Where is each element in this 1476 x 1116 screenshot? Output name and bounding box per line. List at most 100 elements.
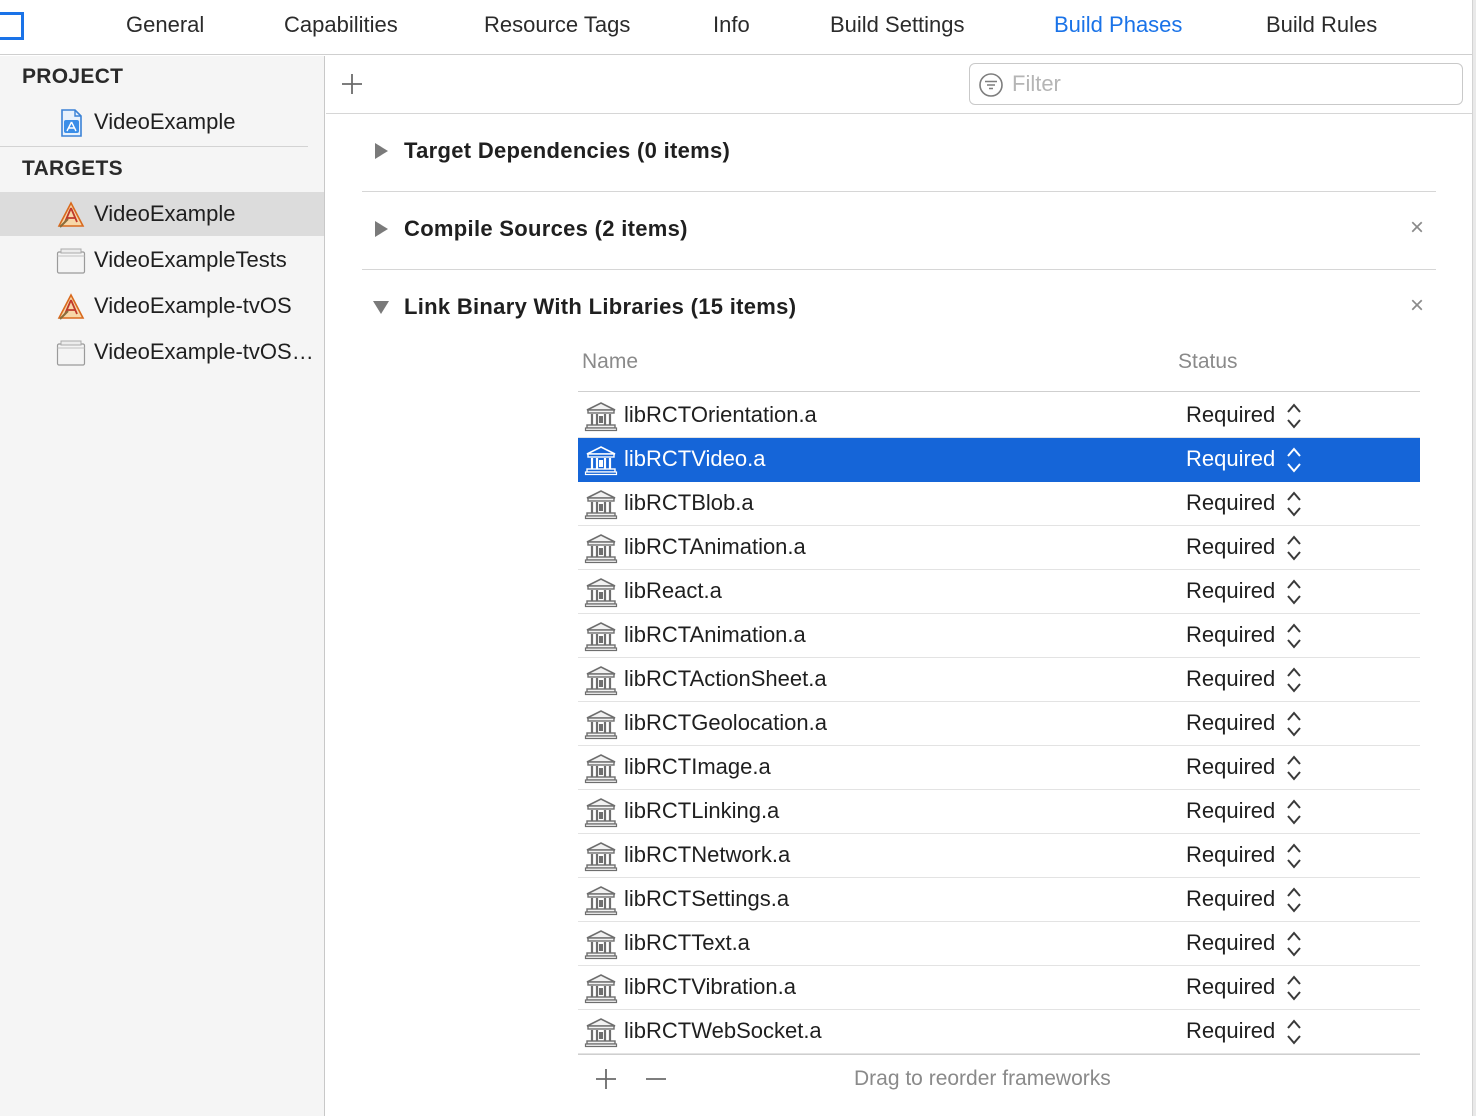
library-row[interactable]: libRCTImage.a Required bbox=[578, 746, 1420, 790]
library-status-popup[interactable]: Required bbox=[1186, 710, 1275, 736]
filter-field[interactable] bbox=[969, 63, 1463, 105]
library-row[interactable]: libRCTOrientation.a Required bbox=[578, 394, 1420, 438]
disclosure-triangle-expanded-icon[interactable] bbox=[372, 298, 390, 316]
library-status-popup[interactable]: Required bbox=[1186, 534, 1275, 560]
app-target-icon bbox=[57, 201, 85, 228]
test-bundle-icon bbox=[56, 340, 86, 366]
library-status-popup[interactable]: Required bbox=[1186, 754, 1275, 780]
library-status-popup[interactable]: Required bbox=[1186, 930, 1275, 956]
test-bundle-icon bbox=[56, 248, 86, 274]
disclosure-triangle-collapsed-icon[interactable] bbox=[372, 220, 390, 238]
chevron-up-down-icon[interactable] bbox=[1286, 974, 1302, 1002]
library-icon bbox=[584, 1018, 618, 1048]
library-status-popup[interactable]: Required bbox=[1186, 578, 1275, 604]
library-name: libRCTVideo.a bbox=[624, 446, 766, 471]
tab-resource-tags[interactable]: Resource Tags bbox=[484, 12, 630, 38]
divider bbox=[0, 146, 308, 147]
window-edge bbox=[1472, 0, 1476, 1116]
sidebar-item-label: VideoExample-tvOS… bbox=[94, 339, 314, 364]
library-icon bbox=[584, 798, 618, 828]
sidebar-item-project[interactable]: VideoExample bbox=[0, 100, 324, 144]
library-row[interactable]: libRCTWebSocket.a Required bbox=[578, 1010, 1420, 1054]
tab-build-rules[interactable]: Build Rules bbox=[1266, 12, 1377, 38]
library-icon bbox=[584, 754, 618, 784]
library-row[interactable]: libRCTText.a Required bbox=[578, 922, 1420, 966]
build-phases-editor: Target Dependencies (0 items) Compile So… bbox=[326, 56, 1472, 1116]
library-row[interactable]: libRCTActionSheet.a Required bbox=[578, 658, 1420, 702]
chevron-up-down-icon[interactable] bbox=[1286, 1018, 1302, 1046]
tab-general[interactable]: General bbox=[126, 12, 204, 38]
remove-phase-close-icon[interactable]: × bbox=[1410, 294, 1424, 318]
remove-library-minus-icon[interactable] bbox=[644, 1067, 668, 1091]
chevron-up-down-icon[interactable] bbox=[1286, 534, 1302, 562]
library-status-popup[interactable]: Required bbox=[1186, 1018, 1275, 1044]
app-target-icon bbox=[57, 293, 85, 320]
library-icon bbox=[584, 622, 618, 652]
chevron-up-down-icon[interactable] bbox=[1286, 886, 1302, 914]
remove-phase-close-icon[interactable]: × bbox=[1410, 216, 1424, 240]
chevron-up-down-icon[interactable] bbox=[1286, 798, 1302, 826]
tab-info[interactable]: Info bbox=[713, 12, 750, 38]
library-status-popup[interactable]: Required bbox=[1186, 490, 1275, 516]
library-row[interactable]: libRCTLinking.a Required bbox=[578, 790, 1420, 834]
sidebar-item-target-tests[interactable]: VideoExampleTests bbox=[0, 238, 324, 282]
tab-build-phases[interactable]: Build Phases bbox=[1054, 12, 1182, 38]
library-name: libReact.a bbox=[624, 578, 722, 603]
library-name: libRCTOrientation.a bbox=[624, 402, 817, 427]
library-status-popup[interactable]: Required bbox=[1186, 402, 1275, 428]
chevron-up-down-icon[interactable] bbox=[1286, 842, 1302, 870]
library-row[interactable]: libReact.a Required bbox=[578, 570, 1420, 614]
library-row[interactable]: libRCTVideo.a Required bbox=[578, 438, 1420, 482]
filter-input[interactable] bbox=[1012, 68, 1452, 100]
plus-icon[interactable] bbox=[340, 72, 364, 96]
chevron-up-down-icon[interactable] bbox=[1286, 754, 1302, 782]
chevron-up-down-icon[interactable] bbox=[1286, 402, 1302, 430]
chevron-up-down-icon[interactable] bbox=[1286, 578, 1302, 606]
chevron-up-down-icon[interactable] bbox=[1286, 666, 1302, 694]
tab-build-settings[interactable]: Build Settings bbox=[830, 12, 965, 38]
library-row[interactable]: libRCTBlob.a Required bbox=[578, 482, 1420, 526]
library-name: libRCTBlob.a bbox=[624, 490, 754, 515]
phase-title: Target Dependencies (0 items) bbox=[404, 138, 731, 163]
library-name: libRCTLinking.a bbox=[624, 798, 780, 823]
library-status-popup[interactable]: Required bbox=[1186, 842, 1275, 868]
chevron-up-down-icon[interactable] bbox=[1286, 490, 1302, 518]
library-status-popup[interactable]: Required bbox=[1186, 886, 1275, 912]
library-name: libRCTGeolocation.a bbox=[624, 710, 827, 735]
filter-icon bbox=[979, 73, 1003, 97]
library-row[interactable]: libRCTNetwork.a Required bbox=[578, 834, 1420, 878]
chevron-up-down-icon[interactable] bbox=[1286, 622, 1302, 650]
sidebar-item-target-tvos[interactable]: VideoExample-tvOS bbox=[0, 284, 324, 328]
chevron-up-down-icon[interactable] bbox=[1286, 930, 1302, 958]
library-status-popup[interactable]: Required bbox=[1186, 974, 1275, 1000]
sidebar-toggle-icon[interactable] bbox=[0, 12, 24, 40]
library-status-popup[interactable]: Required bbox=[1186, 622, 1275, 648]
library-status-popup[interactable]: Required bbox=[1186, 446, 1275, 472]
library-status-popup[interactable]: Required bbox=[1186, 666, 1275, 692]
library-icon bbox=[584, 842, 618, 872]
library-name: libRCTWebSocket.a bbox=[624, 1018, 822, 1043]
library-row[interactable]: libRCTAnimation.a Required bbox=[578, 614, 1420, 658]
library-row[interactable]: libRCTAnimation.a Required bbox=[578, 526, 1420, 570]
library-row[interactable]: libRCTVibration.a Required bbox=[578, 966, 1420, 1010]
targets-section-header: TARGETS bbox=[22, 157, 123, 180]
libraries-table-header: Name Status bbox=[578, 338, 1420, 392]
sidebar-item-label: VideoExample bbox=[94, 201, 236, 226]
libraries-table-footer: Drag to reorder frameworks bbox=[578, 1054, 1420, 1104]
add-library-plus-icon[interactable] bbox=[594, 1067, 618, 1091]
phase-compile-sources: Compile Sources (2 items) × bbox=[362, 192, 1436, 270]
library-icon bbox=[584, 490, 618, 520]
library-status-popup[interactable]: Required bbox=[1186, 798, 1275, 824]
library-row[interactable]: libRCTSettings.a Required bbox=[578, 878, 1420, 922]
column-header-status[interactable]: Status bbox=[1178, 350, 1238, 374]
chevron-up-down-icon[interactable] bbox=[1286, 710, 1302, 738]
chevron-up-down-icon[interactable] bbox=[1286, 446, 1302, 474]
sidebar-item-target-videoexample[interactable]: VideoExample bbox=[0, 192, 324, 236]
disclosure-triangle-collapsed-icon[interactable] bbox=[372, 142, 390, 160]
column-header-name[interactable]: Name bbox=[582, 350, 638, 374]
library-name: libRCTActionSheet.a bbox=[624, 666, 827, 691]
sidebar-item-target-tvos-tests[interactable]: VideoExample-tvOS… bbox=[0, 330, 324, 374]
library-row[interactable]: libRCTGeolocation.a Required bbox=[578, 702, 1420, 746]
tab-capabilities[interactable]: Capabilities bbox=[284, 12, 398, 38]
xcode-project-icon bbox=[61, 109, 82, 137]
